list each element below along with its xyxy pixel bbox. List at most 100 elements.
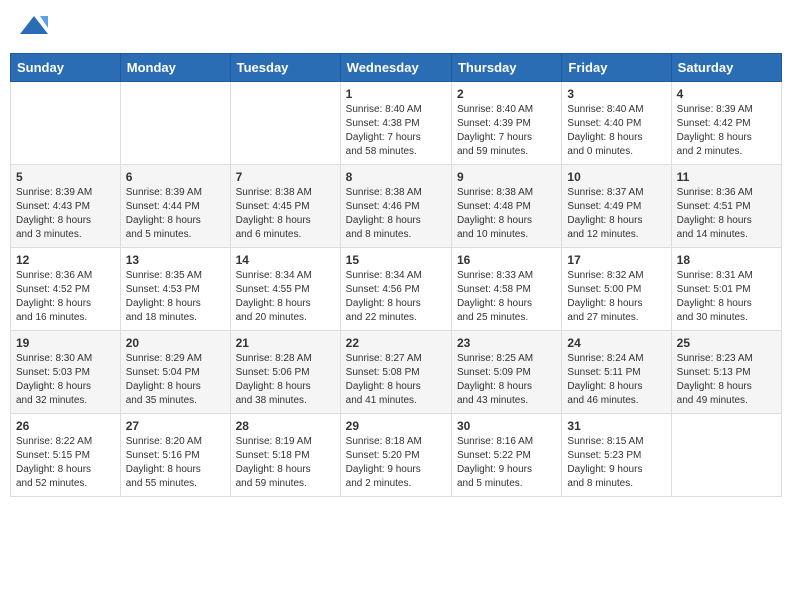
day-number: 20 <box>126 336 225 350</box>
day-info: Sunrise: 8:38 AM Sunset: 4:46 PM Dayligh… <box>346 186 446 242</box>
day-info: Sunrise: 8:20 AM Sunset: 5:16 PM Dayligh… <box>126 435 225 491</box>
day-header-friday: Friday <box>562 54 671 82</box>
day-info: Sunrise: 8:31 AM Sunset: 5:01 PM Dayligh… <box>677 269 776 325</box>
day-info: Sunrise: 8:29 AM Sunset: 5:04 PM Dayligh… <box>126 352 225 408</box>
calendar-cell: 20 Sunrise: 8:29 AM Sunset: 5:04 PM Dayli… <box>120 331 230 414</box>
calendar-table: SundayMondayTuesdayWednesdayThursdayFrid… <box>10 53 782 497</box>
day-info: Sunrise: 8:23 AM Sunset: 5:13 PM Dayligh… <box>677 352 776 408</box>
calendar-cell: 19 Sunrise: 8:30 AM Sunset: 5:03 PM Dayli… <box>11 331 121 414</box>
day-number: 16 <box>457 253 556 267</box>
day-number: 3 <box>567 87 665 101</box>
day-number: 26 <box>16 419 115 433</box>
day-number: 25 <box>677 336 776 350</box>
day-info: Sunrise: 8:16 AM Sunset: 5:22 PM Dayligh… <box>457 435 556 491</box>
calendar-cell: 2Sunrise: 8:40 AM Sunset: 4:39 PM Daylig… <box>451 82 561 165</box>
day-number: 23 <box>457 336 556 350</box>
day-info: Sunrise: 8:39 AM Sunset: 4:43 PM Dayligh… <box>16 186 115 242</box>
calendar-cell: 5 Sunrise: 8:39 AM Sunset: 4:43 PM Daylig… <box>11 165 121 248</box>
day-number: 31 <box>567 419 665 433</box>
day-info: Sunrise: 8:33 AM Sunset: 4:58 PM Dayligh… <box>457 269 556 325</box>
logo <box>18 14 50 41</box>
day-info: Sunrise: 8:34 AM Sunset: 4:56 PM Dayligh… <box>346 269 446 325</box>
day-info: Sunrise: 8:35 AM Sunset: 4:53 PM Dayligh… <box>126 269 225 325</box>
day-number: 6 <box>126 170 225 184</box>
day-info: Sunrise: 8:40 AM Sunset: 4:38 PM Dayligh… <box>346 103 446 159</box>
day-number: 21 <box>236 336 335 350</box>
calendar-cell: 12Sunrise: 8:36 AM Sunset: 4:52 PM Dayli… <box>11 248 121 331</box>
day-header-saturday: Saturday <box>671 54 781 82</box>
calendar-cell: 15Sunrise: 8:34 AM Sunset: 4:56 PM Dayli… <box>340 248 451 331</box>
calendar-cell: 28 Sunrise: 8:19 AM Sunset: 5:18 PM Dayli… <box>230 414 340 497</box>
calendar-cell: 10 Sunrise: 8:37 AM Sunset: 4:49 PM Dayli… <box>562 165 671 248</box>
day-number: 27 <box>126 419 225 433</box>
calendar-cell: 1 Sunrise: 8:40 AM Sunset: 4:38 PM Daylig… <box>340 82 451 165</box>
calendar-cell: 21 Sunrise: 8:28 AM Sunset: 5:06 PM Dayli… <box>230 331 340 414</box>
calendar-header-row: SundayMondayTuesdayWednesdayThursdayFrid… <box>11 54 782 82</box>
day-number: 29 <box>346 419 446 433</box>
day-info: Sunrise: 8:19 AM Sunset: 5:18 PM Dayligh… <box>236 435 335 491</box>
day-info: Sunrise: 8:24 AM Sunset: 5:11 PM Dayligh… <box>567 352 665 408</box>
day-number: 4 <box>677 87 776 101</box>
calendar-cell: 26Sunrise: 8:22 AM Sunset: 5:15 PM Dayli… <box>11 414 121 497</box>
day-info: Sunrise: 8:36 AM Sunset: 4:51 PM Dayligh… <box>677 186 776 242</box>
day-number: 10 <box>567 170 665 184</box>
calendar-cell: 30 Sunrise: 8:16 AM Sunset: 5:22 PM Dayli… <box>451 414 561 497</box>
day-number: 19 <box>16 336 115 350</box>
day-info: Sunrise: 8:30 AM Sunset: 5:03 PM Dayligh… <box>16 352 115 408</box>
day-number: 24 <box>567 336 665 350</box>
day-info: Sunrise: 8:40 AM Sunset: 4:40 PM Dayligh… <box>567 103 665 159</box>
calendar-cell <box>11 82 121 165</box>
day-number: 8 <box>346 170 446 184</box>
day-header-thursday: Thursday <box>451 54 561 82</box>
day-info: Sunrise: 8:39 AM Sunset: 4:42 PM Dayligh… <box>677 103 776 159</box>
day-number: 2 <box>457 87 556 101</box>
day-number: 30 <box>457 419 556 433</box>
calendar-week-row: 1 Sunrise: 8:40 AM Sunset: 4:38 PM Daylig… <box>11 82 782 165</box>
calendar-cell: 27 Sunrise: 8:20 AM Sunset: 5:16 PM Dayli… <box>120 414 230 497</box>
calendar-week-row: 12Sunrise: 8:36 AM Sunset: 4:52 PM Dayli… <box>11 248 782 331</box>
day-info: Sunrise: 8:39 AM Sunset: 4:44 PM Dayligh… <box>126 186 225 242</box>
calendar-cell: 7 Sunrise: 8:38 AM Sunset: 4:45 PM Daylig… <box>230 165 340 248</box>
day-header-sunday: Sunday <box>11 54 121 82</box>
calendar-cell: 3 Sunrise: 8:40 AM Sunset: 4:40 PM Daylig… <box>562 82 671 165</box>
calendar-cell <box>120 82 230 165</box>
calendar-cell: 9 Sunrise: 8:38 AM Sunset: 4:48 PM Daylig… <box>451 165 561 248</box>
logo-icon <box>20 14 48 36</box>
calendar-cell <box>671 414 781 497</box>
day-header-tuesday: Tuesday <box>230 54 340 82</box>
day-info: Sunrise: 8:36 AM Sunset: 4:52 PM Dayligh… <box>16 269 115 325</box>
day-number: 18 <box>677 253 776 267</box>
day-number: 1 <box>346 87 446 101</box>
calendar-cell: 6 Sunrise: 8:39 AM Sunset: 4:44 PM Daylig… <box>120 165 230 248</box>
day-info: Sunrise: 8:38 AM Sunset: 4:45 PM Dayligh… <box>236 186 335 242</box>
day-number: 5 <box>16 170 115 184</box>
day-info: Sunrise: 8:27 AM Sunset: 5:08 PM Dayligh… <box>346 352 446 408</box>
calendar-week-row: 5 Sunrise: 8:39 AM Sunset: 4:43 PM Daylig… <box>11 165 782 248</box>
day-number: 7 <box>236 170 335 184</box>
day-info: Sunrise: 8:15 AM Sunset: 5:23 PM Dayligh… <box>567 435 665 491</box>
calendar-cell: 4 Sunrise: 8:39 AM Sunset: 4:42 PM Daylig… <box>671 82 781 165</box>
day-number: 17 <box>567 253 665 267</box>
day-info: Sunrise: 8:25 AM Sunset: 5:09 PM Dayligh… <box>457 352 556 408</box>
day-info: Sunrise: 8:37 AM Sunset: 4:49 PM Dayligh… <box>567 186 665 242</box>
calendar-week-row: 19 Sunrise: 8:30 AM Sunset: 5:03 PM Dayli… <box>11 331 782 414</box>
day-number: 22 <box>346 336 446 350</box>
day-number: 13 <box>126 253 225 267</box>
day-info: Sunrise: 8:28 AM Sunset: 5:06 PM Dayligh… <box>236 352 335 408</box>
calendar-cell: 14 Sunrise: 8:34 AM Sunset: 4:55 PM Dayli… <box>230 248 340 331</box>
calendar-cell: 18 Sunrise: 8:31 AM Sunset: 5:01 PM Dayli… <box>671 248 781 331</box>
page-header <box>10 10 782 45</box>
calendar-cell: 13 Sunrise: 8:35 AM Sunset: 4:53 PM Dayli… <box>120 248 230 331</box>
calendar-cell: 8 Sunrise: 8:38 AM Sunset: 4:46 PM Daylig… <box>340 165 451 248</box>
day-number: 14 <box>236 253 335 267</box>
calendar-week-row: 26Sunrise: 8:22 AM Sunset: 5:15 PM Dayli… <box>11 414 782 497</box>
day-info: Sunrise: 8:38 AM Sunset: 4:48 PM Dayligh… <box>457 186 556 242</box>
calendar-cell: 23 Sunrise: 8:25 AM Sunset: 5:09 PM Dayli… <box>451 331 561 414</box>
day-header-monday: Monday <box>120 54 230 82</box>
calendar-cell: 24 Sunrise: 8:24 AM Sunset: 5:11 PM Dayli… <box>562 331 671 414</box>
day-number: 28 <box>236 419 335 433</box>
day-number: 9 <box>457 170 556 184</box>
day-header-wednesday: Wednesday <box>340 54 451 82</box>
day-info: Sunrise: 8:34 AM Sunset: 4:55 PM Dayligh… <box>236 269 335 325</box>
day-info: Sunrise: 8:18 AM Sunset: 5:20 PM Dayligh… <box>346 435 446 491</box>
